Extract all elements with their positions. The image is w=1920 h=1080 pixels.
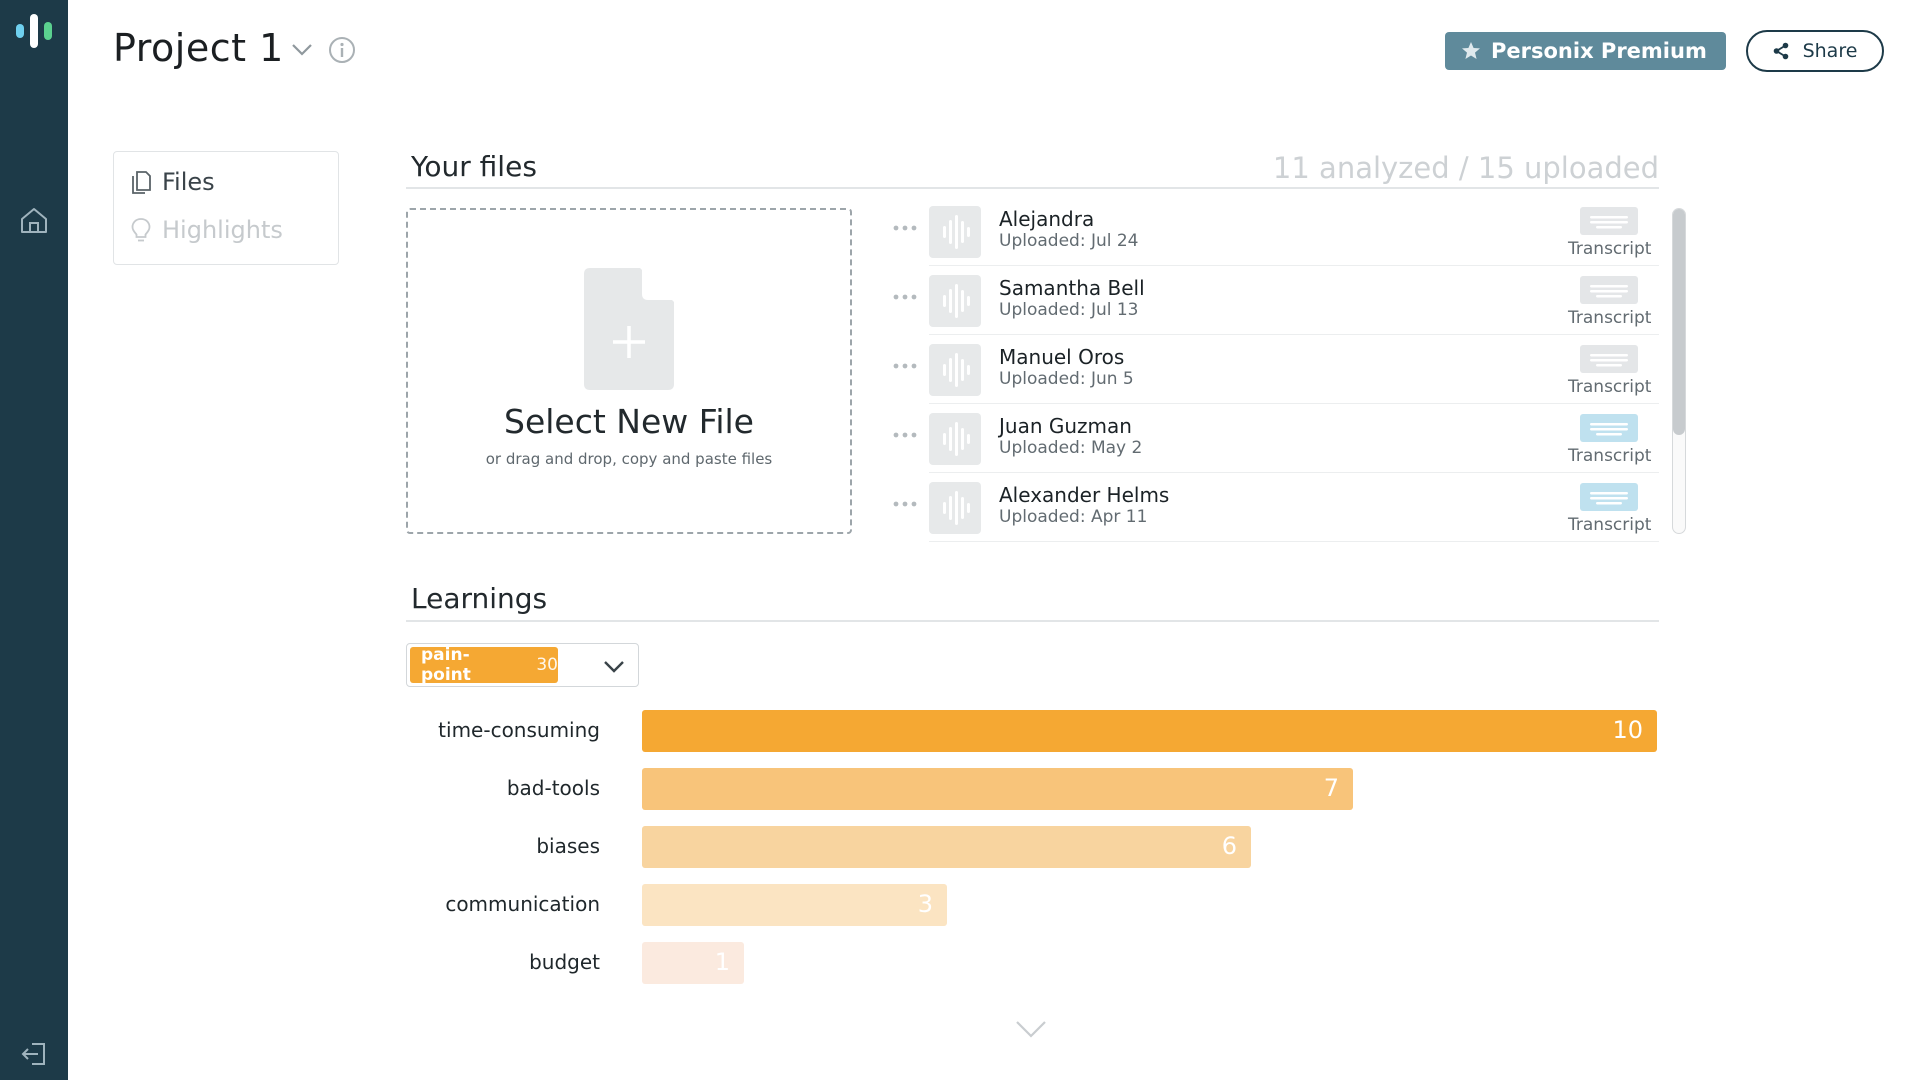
upload-title: Select New File	[504, 402, 754, 441]
file-upload-date: Uploaded: Jul 24	[999, 231, 1139, 251]
transcript-icon[interactable]	[1580, 414, 1638, 442]
more-options-icon[interactable]	[892, 223, 918, 233]
transcript-icon[interactable]	[1580, 276, 1638, 304]
tag-chip-label: pain-point	[421, 645, 471, 685]
lightbulb-icon	[131, 218, 151, 242]
more-options-icon[interactable]	[892, 499, 918, 509]
menu-item-label: Highlights	[162, 216, 283, 244]
bar-label: time-consuming	[438, 718, 600, 742]
file-name[interactable]: Juan Guzman	[999, 414, 1132, 438]
file-row[interactable]: Alejandra Uploaded: Jul 24 Transcript	[892, 197, 1659, 266]
file-row[interactable]: Samantha Bell Uploaded: Jul 13 Transcript	[892, 266, 1659, 335]
file-row[interactable]: Alexander Helms Uploaded: Apr 11 Transcrip…	[892, 473, 1659, 542]
bar-label: biases	[536, 834, 600, 858]
files-count: 11 analyzed / 15 uploaded	[1272, 151, 1659, 185]
bar-label: communication	[445, 892, 600, 916]
bar-biases[interactable]: 6	[642, 826, 1251, 868]
premium-button-label: Personix Premium	[1491, 39, 1707, 63]
audio-file-thumbnail	[929, 482, 981, 534]
transcript-icon[interactable]	[1580, 483, 1638, 511]
premium-button[interactable]: Personix Premium	[1445, 32, 1726, 70]
tag-filter-select[interactable]: pain-point 30	[406, 643, 639, 687]
project-title: Project 1	[113, 26, 284, 70]
file-upload-date: Uploaded: Apr 11	[999, 507, 1148, 527]
bar-value-label: 6	[1221, 832, 1237, 860]
scrollbar-thumb[interactable]	[1673, 209, 1685, 435]
learnings-section-divider	[406, 620, 1659, 622]
transcript-icon[interactable]	[1580, 345, 1638, 373]
transcript-label[interactable]: Transcript	[1568, 515, 1651, 535]
menu-item-highlights[interactable]: Highlights	[130, 216, 283, 244]
chevron-down-icon[interactable]	[290, 40, 314, 58]
soundwave-icon	[943, 215, 970, 249]
bar-value-label: 3	[917, 890, 933, 918]
file-upload-date: Uploaded: Jun 5	[999, 369, 1134, 389]
tag-chip-count: 30	[536, 655, 558, 675]
file-upload-date: Uploaded: Jul 13	[999, 300, 1139, 320]
transcript-label[interactable]: Transcript	[1568, 239, 1651, 259]
menu-item-label: Files	[162, 168, 215, 196]
learnings-section-title: Learnings	[411, 582, 548, 615]
soundwave-icon	[943, 491, 970, 525]
upload-dropzone[interactable]: Select New File or drag and drop, copy a…	[406, 208, 852, 534]
more-options-icon[interactable]	[892, 361, 918, 371]
more-options-icon[interactable]	[892, 430, 918, 440]
file-name[interactable]: Samantha Bell	[999, 276, 1145, 300]
info-icon[interactable]	[328, 36, 356, 64]
file-row[interactable]: Manuel Oros Uploaded: Jun 5 Transcript	[892, 335, 1659, 404]
new-file-icon	[584, 268, 674, 390]
bar-communication[interactable]: 3	[642, 884, 947, 926]
audio-file-thumbnail	[929, 275, 981, 327]
bar-value-label: 7	[1323, 774, 1339, 802]
bar-label: bad-tools	[506, 776, 600, 800]
bar-time-consuming[interactable]: 10	[642, 710, 1657, 752]
bar-value-label: 1	[714, 948, 730, 976]
audio-file-thumbnail	[929, 206, 981, 258]
row-divider	[929, 541, 1659, 542]
star-icon	[1462, 42, 1480, 59]
share-button-label: Share	[1802, 40, 1858, 62]
transcript-icon[interactable]	[1580, 207, 1638, 235]
more-options-icon[interactable]	[892, 292, 918, 302]
file-name[interactable]: Alejandra	[999, 207, 1094, 231]
menu-item-files[interactable]: Files	[130, 168, 215, 196]
chevron-down-icon	[604, 661, 624, 673]
audio-file-thumbnail	[929, 344, 981, 396]
file-row[interactable]: Juan Guzman Uploaded: May 2 Transcript	[892, 404, 1659, 473]
file-name[interactable]: Alexander Helms	[999, 483, 1169, 507]
files-section-title: Your files	[411, 150, 537, 183]
tag-chip[interactable]: pain-point 30	[410, 645, 558, 685]
bar-value-label: 10	[1612, 716, 1643, 744]
sidebar-shadow	[0, 0, 68, 1080]
upload-subtitle: or drag and drop, copy and paste files	[485, 450, 773, 468]
bar-budget[interactable]: 1	[642, 942, 744, 984]
soundwave-icon	[943, 422, 970, 456]
files-section-divider	[406, 187, 1659, 189]
soundwave-icon	[943, 353, 970, 387]
soundwave-icon	[943, 284, 970, 318]
transcript-label[interactable]: Transcript	[1568, 308, 1651, 328]
file-upload-date: Uploaded: May 2	[999, 438, 1143, 458]
scroll-down-chevron-icon[interactable]	[1014, 1018, 1048, 1040]
transcript-label[interactable]: Transcript	[1568, 446, 1651, 466]
share-button[interactable]: Share	[1746, 30, 1884, 72]
file-name[interactable]: Manuel Oros	[999, 345, 1124, 369]
bar-label: budget	[529, 950, 600, 974]
file-icon	[132, 171, 151, 194]
bar-bad-tools[interactable]: 7	[642, 768, 1353, 810]
section-menu: Files Highlights	[113, 151, 339, 265]
audio-file-thumbnail	[929, 413, 981, 465]
share-icon	[1773, 42, 1788, 60]
transcript-label[interactable]: Transcript	[1568, 377, 1651, 397]
